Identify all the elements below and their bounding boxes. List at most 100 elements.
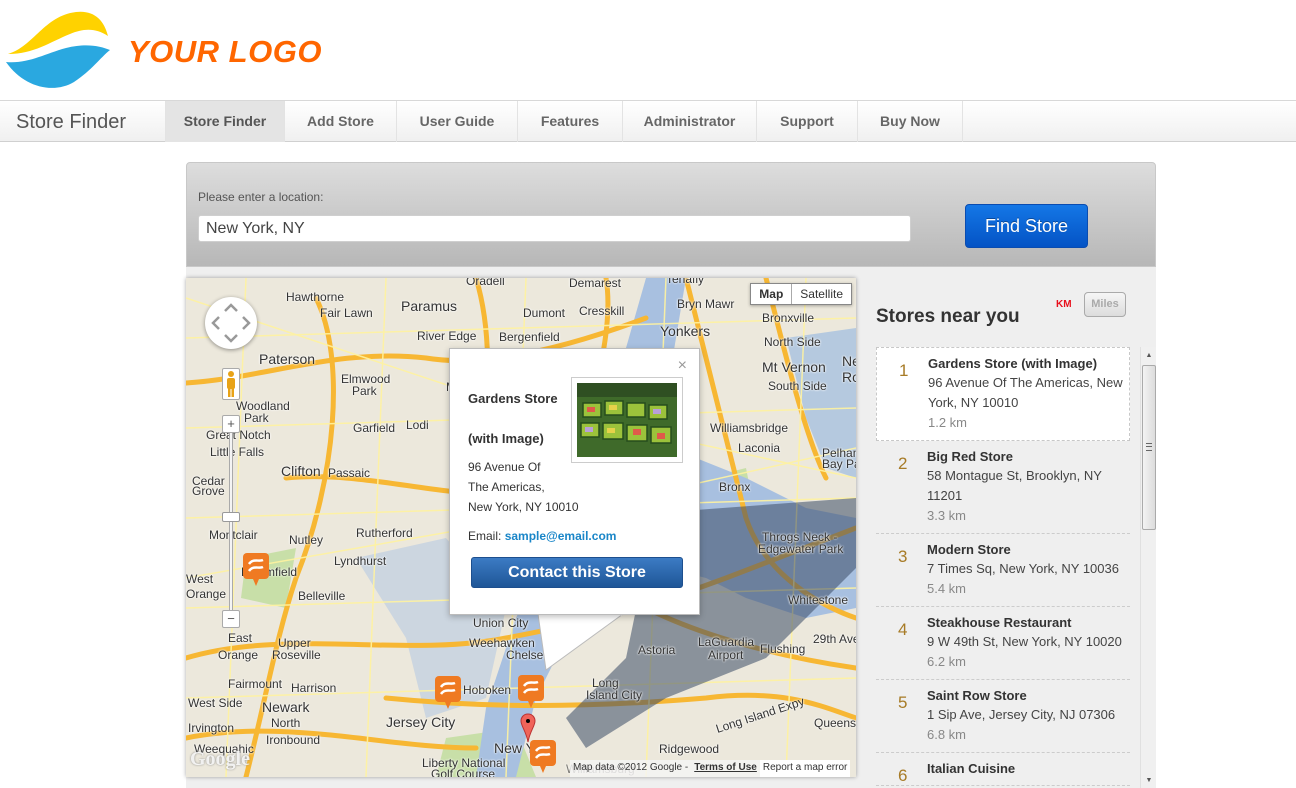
store-number: 6 [898,766,908,785]
garden-photo-icon [577,383,677,457]
nav-menu: Store Finder Add Store User Guide Featur… [165,101,963,142]
store-name: Gardens Store (with Image) [928,356,1098,371]
map-type-map-button[interactable]: Map [751,284,793,304]
map-label: Grove [192,484,225,498]
map-label: Bergenfield [499,330,560,344]
map-label: Bay Park [822,457,856,471]
map-label: Roseville [272,648,321,662]
zoom-in-button[interactable]: + [222,415,240,433]
nav-item-buy-now[interactable]: Buy Now [857,101,963,142]
store-distance: 6.2 km [927,654,967,669]
store-list-item[interactable]: 4 Steakhouse Restaurant 9 W 49th St, New… [876,607,1130,680]
info-title-line: (with Image) [468,431,544,446]
map-label: Yonkers [660,323,711,339]
store-list: 1 Gardens Store (with Image) 96 Avenue O… [876,347,1130,788]
map-label: Nutley [289,533,324,547]
nav-item-administrator[interactable]: Administrator [622,101,756,142]
map-label: Airport [708,648,744,662]
map-label: Irvington [188,721,235,735]
logo-text[interactable]: YOUR LOGO [128,34,322,70]
map-label: 29th Ave [813,632,856,646]
store-list-item[interactable]: 5 Saint Row Store 1 Sip Ave, Jersey City… [876,680,1130,753]
store-name: Italian Cuisine [927,761,1016,776]
info-window: × Gardens Store (with Image) 96 Avenue O… [449,348,700,615]
map-label: Whitestone [788,593,849,607]
store-distance: 6.8 km [927,727,967,742]
map-data-text: Map data ©2012 Google - [573,762,689,773]
zoom-out-button[interactable]: − [222,610,240,628]
contact-store-button[interactable]: Contact this Store [471,557,683,588]
unit-miles-button[interactable]: Miles [1084,292,1126,317]
map-label: Demarest [569,278,622,290]
map-label: Roc [842,369,856,385]
map-label: East [228,631,253,645]
map-label: Montclair [209,528,258,542]
header: YOUR LOGO [0,0,1296,100]
info-store-title: Gardens Store (with Image) [468,379,568,459]
nav-item-add-store[interactable]: Add Store [284,101,396,142]
map-type-control: Map Satellite [750,283,852,305]
search-panel: Please enter a location: Find Store [186,162,1156,267]
report-map-error-link[interactable]: Report a map error [759,760,851,777]
store-marker-icon[interactable] [242,552,270,590]
store-list-item[interactable]: 1 Gardens Store (with Image) 96 Avenue O… [876,347,1130,441]
store-number: 2 [898,454,908,473]
store-image[interactable] [571,377,683,463]
unit-km-toggle[interactable]: KM [1056,299,1072,310]
store-list-item[interactable]: 3 Modern Store 7 Times Sq, New York, NY … [876,534,1130,607]
map-label: Astoria [638,643,676,657]
email-link[interactable]: sample@email.com [505,529,617,543]
pan-arrows-icon [211,303,251,343]
street-view-pegman-icon[interactable] [222,368,240,400]
store-number: 4 [898,620,908,639]
store-name: Modern Store [927,542,1011,557]
map-label: Bryn Mawr [677,297,735,311]
map-type-satellite-button[interactable]: Satellite [792,284,851,304]
map-label: North [271,716,301,730]
store-distance: 1.2 km [928,415,968,430]
close-icon[interactable]: × [678,357,687,375]
map-label: Rutherford [356,526,413,540]
store-marker-icon[interactable] [529,739,557,777]
store-marker-icon[interactable] [517,674,545,712]
store-marker-icon[interactable] [434,675,462,713]
store-name: Saint Row Store [927,688,1027,703]
zoom-slider-knob[interactable] [222,512,240,522]
nav-item-store-finder[interactable]: Store Finder [165,101,284,142]
navbar: Store Finder Store Finder Add Store User… [0,100,1296,142]
map-label: Flushing [760,642,806,656]
address-line: The Americas, [468,480,545,494]
scrollbar-thumb[interactable] [1142,365,1156,530]
store-list-scrollbar[interactable]: ▲ ▼ [1140,347,1156,788]
map-label: Park [352,384,377,398]
nav-item-user-guide[interactable]: User Guide [396,101,517,142]
scroll-down-arrow-icon[interactable]: ▼ [1141,774,1157,788]
map-label: Island City [586,688,643,702]
store-address: 9 W 49th St, New York, NY 10020 [927,634,1122,649]
store-list-item[interactable]: 6 Italian Cuisine [876,753,1130,786]
find-store-button[interactable]: Find Store [965,204,1088,248]
map-label: River Edge [417,329,477,343]
map-attribution: Map data ©2012 Google - Terms of Use Rep… [570,760,851,777]
location-input[interactable] [198,215,911,242]
map-label: Garfield [353,421,396,435]
google-logo[interactable]: Google [190,748,250,771]
map-label: Golf Course [431,767,496,777]
map-label: Ridgewood [659,742,720,756]
nav-item-features[interactable]: Features [517,101,622,142]
map-label: Dumont [523,306,566,320]
map-label: Passaic [328,466,371,480]
map-label: Clifton [281,463,321,479]
store-list-item[interactable]: 2 Big Red Store 58 Montague St, Brooklyn… [876,441,1130,534]
logo-wave-icon[interactable] [4,6,110,92]
terms-of-use-link[interactable]: Terms of Use [691,760,760,777]
pan-control[interactable] [205,297,257,349]
location-pin-icon[interactable] [520,713,536,743]
nav-brand[interactable]: Store Finder [16,111,126,134]
scroll-up-arrow-icon[interactable]: ▲ [1141,349,1157,363]
nav-item-support[interactable]: Support [756,101,857,142]
map-label: Laconia [738,441,781,455]
map-label: Lyndhurst [334,554,387,568]
map-label: Jersey City [386,714,456,730]
info-title-line: Gardens Store [468,391,558,406]
